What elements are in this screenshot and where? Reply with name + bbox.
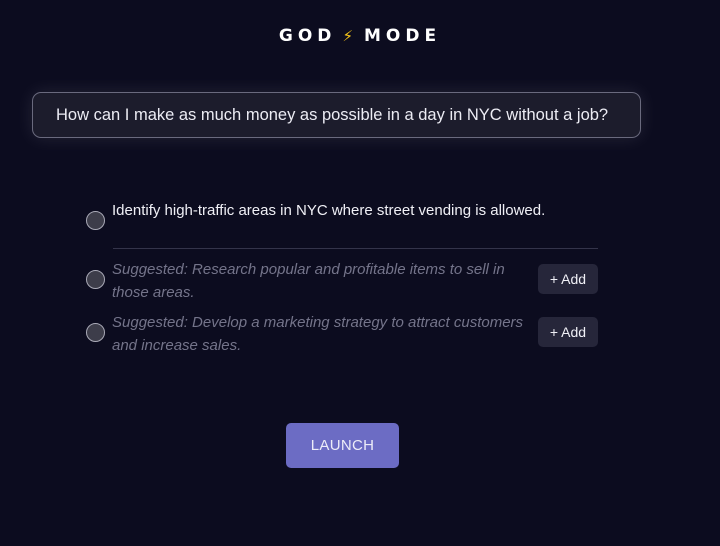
suggested-task-text: Suggested: Develop a marketing strategy … (112, 314, 524, 354)
suggested-task-text: Suggested: Research popular and profitab… (112, 261, 505, 301)
divider (113, 248, 598, 249)
task-text: Identify high-traffic areas in NYC where… (112, 202, 546, 219)
task-radio[interactable] (86, 270, 105, 289)
task-radio[interactable] (86, 211, 105, 230)
lightning-bolt-icon: ⚡ (342, 27, 358, 45)
app-title: GOD ⚡ MODE (0, 26, 720, 46)
objective-text: How can I make as much money as possible… (56, 105, 609, 124)
title-god: GOD (278, 26, 337, 46)
add-suggestion-button[interactable]: + Add (538, 317, 598, 347)
page: GOD ⚡ MODE How can I make as much money as… (0, 0, 720, 546)
task-radio[interactable] (86, 323, 105, 342)
objective-prompt[interactable]: How can I make as much money as possible… (32, 92, 641, 138)
launch-button[interactable]: LAUNCH (286, 423, 399, 468)
add-suggestion-button[interactable]: + Add (538, 264, 598, 294)
title-mode: MODE (363, 26, 442, 46)
